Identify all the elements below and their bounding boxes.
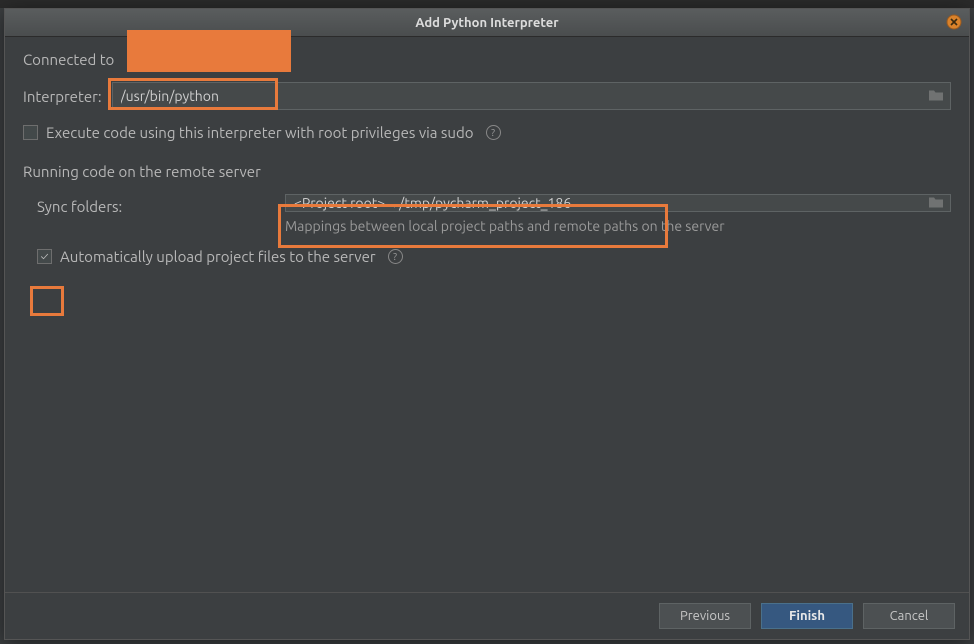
sudo-checkbox[interactable] xyxy=(23,125,38,140)
sudo-label: Execute code using this interpreter with… xyxy=(46,124,474,141)
close-button[interactable] xyxy=(945,13,963,31)
help-icon[interactable]: ? xyxy=(486,125,501,140)
folder-icon[interactable] xyxy=(928,88,944,105)
spacer xyxy=(23,279,951,582)
dialog-content: Connected to Interpreter: /usr/bin/pytho… xyxy=(5,37,969,592)
sync-hint: Mappings between local project paths and… xyxy=(285,218,951,234)
help-icon[interactable]: ? xyxy=(388,249,403,264)
sync-folders-input[interactable]: <Project root>→/tmp/pycharm_project_186 xyxy=(285,194,951,212)
sync-value: <Project root>→/tmp/pycharm_project_186 xyxy=(294,195,942,211)
folder-icon[interactable] xyxy=(928,195,944,212)
connected-label: Connected to xyxy=(23,51,114,68)
dialog-title: Add Python Interpreter xyxy=(415,16,558,30)
cancel-button[interactable]: Cancel xyxy=(863,603,955,629)
previous-button[interactable]: Previous xyxy=(659,603,751,629)
remote-section-title: Running code on the remote server xyxy=(23,163,951,180)
finish-button[interactable]: Finish xyxy=(761,603,853,629)
sync-label: Sync folders: xyxy=(37,198,122,215)
auto-upload-row: Automatically upload project files to th… xyxy=(37,248,951,265)
connected-row: Connected to xyxy=(23,51,951,68)
sudo-row: Execute code using this interpreter with… xyxy=(23,124,951,141)
close-icon xyxy=(946,14,962,30)
button-bar: Previous Finish Cancel xyxy=(5,592,969,639)
titlebar: Add Python Interpreter xyxy=(5,9,969,37)
sync-row: Sync folders: <Project root>→/tmp/pychar… xyxy=(23,194,951,234)
background-strip xyxy=(0,0,974,8)
add-interpreter-dialog: Add Python Interpreter Connected to Inte… xyxy=(4,8,970,640)
interpreter-input[interactable]: /usr/bin/python xyxy=(112,82,951,110)
interpreter-row: Interpreter: /usr/bin/python xyxy=(23,82,951,110)
auto-upload-label: Automatically upload project files to th… xyxy=(60,248,376,265)
auto-upload-checkbox[interactable] xyxy=(37,249,52,264)
interpreter-label: Interpreter: xyxy=(23,88,102,105)
interpreter-value: /usr/bin/python xyxy=(121,88,942,104)
